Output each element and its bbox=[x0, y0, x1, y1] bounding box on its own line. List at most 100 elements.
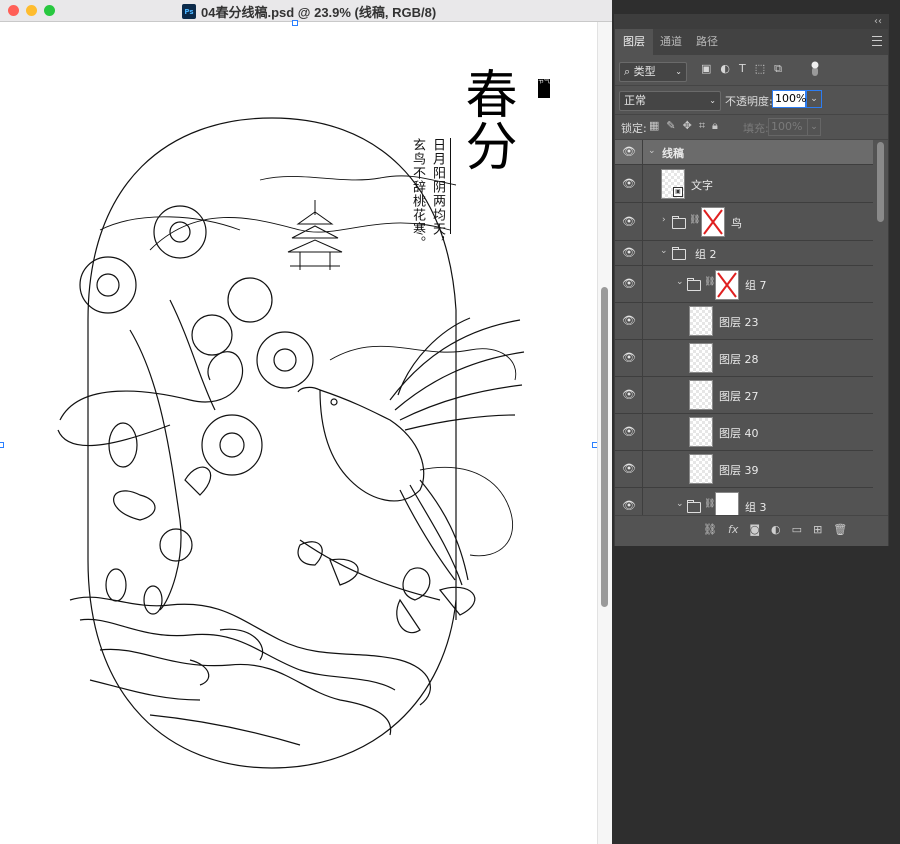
folder-icon bbox=[687, 500, 701, 513]
poem-divider bbox=[450, 138, 451, 234]
eye-column-divider bbox=[642, 266, 643, 302]
layer-row[interactable]: 👁︎ ⌄ 线稿 bbox=[615, 140, 873, 165]
scrollbar-thumb[interactable] bbox=[601, 287, 608, 607]
filter-kind-label: 类型 bbox=[633, 65, 656, 78]
eye-column-divider bbox=[642, 241, 643, 265]
adjustment-layer-icon[interactable]: ◐ bbox=[771, 523, 781, 536]
panel-bottom-bar: ⛓︎ fx ◙ ◐ ▭ ⊞ 🗑︎ bbox=[615, 515, 888, 546]
panel-header[interactable]: ‹‹ bbox=[615, 15, 888, 29]
smart-object-filter-icon[interactable]: ⧉ bbox=[774, 62, 782, 76]
chain-link-icon[interactable]: ⛓︎ bbox=[704, 277, 715, 287]
lock-image-pixels-icon[interactable]: ✎ bbox=[666, 119, 675, 133]
collapse-panel-icon[interactable]: ‹‹ bbox=[874, 16, 882, 27]
layer-row[interactable]: 👁︎ ⌄ ⛓︎ 组 3 bbox=[615, 488, 873, 515]
layer-row[interactable]: 👁︎ ▣ 文字 bbox=[615, 165, 873, 203]
blend-mode-value: 正常 bbox=[624, 94, 646, 107]
layer-row[interactable]: 👁︎ ⌄ 组 2 bbox=[615, 241, 873, 266]
zoom-window-button[interactable] bbox=[44, 5, 55, 16]
layer-row[interactable]: 👁︎ 图层 28 bbox=[615, 340, 873, 377]
chevron-down-icon[interactable]: ⌄ bbox=[648, 146, 656, 156]
bounding-handle[interactable] bbox=[292, 20, 298, 26]
disabled-mask-x-icon bbox=[703, 209, 723, 235]
layer-row[interactable]: 👁︎ ⌄ ⛓︎ 组 7 bbox=[615, 266, 873, 303]
canvas-vertical-scrollbar[interactable] bbox=[597, 22, 613, 844]
adjustment-filter-icon[interactable]: ◐ bbox=[720, 62, 730, 76]
blend-row: 正常 ⌄ 不透明度: 100% ⌄ bbox=[615, 86, 888, 115]
poem-line-2: 玄鸟不辞桃花寒。 bbox=[410, 138, 425, 250]
blend-mode-select[interactable]: 正常 ⌄ bbox=[619, 91, 721, 111]
lock-position-icon[interactable]: ✥ bbox=[683, 119, 692, 133]
eye-icon[interactable]: 👁︎ bbox=[621, 351, 637, 364]
fill-input[interactable]: 100% bbox=[768, 118, 808, 136]
tab-channels[interactable]: 通道 bbox=[653, 29, 689, 55]
image-filter-icon[interactable]: ▣ bbox=[701, 62, 711, 76]
eye-icon[interactable]: 👁︎ bbox=[621, 277, 637, 290]
eye-icon[interactable]: 👁︎ bbox=[621, 177, 637, 190]
canvas[interactable]: 春分 日月阳阴两均天， 玄鸟不辞桃花寒。 节气 bbox=[0, 20, 598, 844]
layer-row[interactable]: 👁︎ 图层 23 bbox=[615, 303, 873, 340]
add-mask-icon[interactable]: ◙ bbox=[749, 523, 760, 536]
lock-transparent-pixels-icon[interactable]: ▦ bbox=[649, 119, 659, 133]
eye-column-divider bbox=[642, 451, 643, 487]
fill-dropdown-button[interactable]: ⌄ bbox=[807, 118, 821, 136]
layer-thumbnail bbox=[689, 306, 713, 336]
mask-thumbnail[interactable] bbox=[715, 270, 739, 300]
mask-thumbnail[interactable] bbox=[701, 207, 725, 237]
disabled-mask-x-icon bbox=[717, 272, 737, 298]
layer-row[interactable]: 👁︎ 图层 27 bbox=[615, 377, 873, 414]
layer-row[interactable]: 👁︎ 图层 40 bbox=[615, 414, 873, 451]
layer-thumbnail bbox=[689, 417, 713, 447]
new-layer-icon[interactable]: ⊞ bbox=[813, 523, 822, 536]
chain-link-icon[interactable]: ⛓︎ bbox=[704, 499, 715, 509]
eye-icon[interactable]: 👁︎ bbox=[621, 499, 637, 512]
bounding-handle[interactable] bbox=[0, 442, 4, 448]
text-filter-icon[interactable]: T bbox=[739, 62, 746, 76]
chevron-down-icon[interactable]: ⌄ bbox=[676, 277, 684, 287]
lock-artboard-icon[interactable]: ⌗ bbox=[699, 119, 705, 133]
eye-column-divider bbox=[642, 165, 643, 202]
tab-layers[interactable]: 图层 bbox=[615, 29, 653, 55]
mask-thumbnail[interactable] bbox=[715, 492, 739, 515]
tab-paths[interactable]: 路径 bbox=[689, 29, 725, 55]
eye-icon[interactable]: 👁︎ bbox=[621, 314, 637, 327]
title-bar[interactable]: Ps 04春分线稿.psd @ 23.9% (线稿, RGB/8) bbox=[0, 0, 612, 22]
delete-layer-icon[interactable]: 🗑︎ bbox=[833, 523, 847, 536]
layer-row[interactable]: 👁︎ 图层 39 bbox=[615, 451, 873, 488]
seal-stamp: 节气 bbox=[538, 79, 550, 98]
close-window-button[interactable] bbox=[8, 5, 19, 16]
eye-icon[interactable]: 👁︎ bbox=[621, 425, 637, 438]
eye-icon[interactable]: 👁︎ bbox=[621, 246, 637, 259]
filter-toggle-switch[interactable] bbox=[811, 61, 819, 77]
shape-filter-icon[interactable]: ⬚ bbox=[755, 62, 765, 76]
new-group-icon[interactable]: ▭ bbox=[792, 523, 802, 536]
filter-kind-select[interactable]: ⌕ 类型 ⌄ bbox=[619, 62, 687, 82]
scrollbar-thumb[interactable] bbox=[877, 142, 884, 222]
eye-icon[interactable]: 👁︎ bbox=[621, 215, 637, 228]
chevron-down-icon: ⌄ bbox=[709, 96, 716, 105]
link-layers-icon[interactable]: ⛓︎ bbox=[703, 523, 717, 536]
layer-list-scrollbar[interactable] bbox=[874, 140, 888, 515]
eye-icon[interactable]: 👁︎ bbox=[621, 388, 637, 401]
minimize-window-button[interactable] bbox=[26, 5, 37, 16]
layer-name: 图层 23 bbox=[719, 316, 759, 329]
eye-column-divider bbox=[642, 414, 643, 450]
fx-icon[interactable]: fx bbox=[728, 523, 738, 536]
chevron-down-icon[interactable]: ⌄ bbox=[676, 499, 684, 509]
eye-column-divider bbox=[642, 140, 643, 164]
chevron-down-icon[interactable]: ⌄ bbox=[660, 246, 668, 256]
lock-all-icon[interactable]: 🔒︎ bbox=[712, 119, 718, 133]
chevron-right-icon[interactable]: › bbox=[662, 215, 666, 225]
chevron-down-icon: ⌄ bbox=[675, 67, 682, 76]
panel-menu-icon[interactable] bbox=[872, 36, 882, 46]
eye-icon[interactable]: 👁︎ bbox=[621, 462, 637, 475]
chain-link-icon[interactable]: ⛓︎ bbox=[689, 215, 700, 225]
layer-row[interactable]: 👁︎ › ⛓︎ 鸟 bbox=[615, 203, 873, 241]
layer-thumbnail: ▣ bbox=[661, 169, 685, 199]
opacity-dropdown-button[interactable]: ⌄ bbox=[806, 90, 822, 108]
layer-list[interactable]: 👁︎ ⌄ 线稿 👁︎ ▣ 文字 👁︎ › ⛓︎ 鸟 👁︎ ⌄ 组 2 👁︎ ⌄ … bbox=[615, 140, 873, 515]
eye-icon[interactable]: 👁︎ bbox=[621, 145, 637, 158]
opacity-input[interactable]: 100% bbox=[772, 90, 806, 108]
layer-name: 组 3 bbox=[745, 501, 767, 514]
layer-name: 图层 28 bbox=[719, 353, 759, 366]
eye-column-divider bbox=[642, 303, 643, 339]
